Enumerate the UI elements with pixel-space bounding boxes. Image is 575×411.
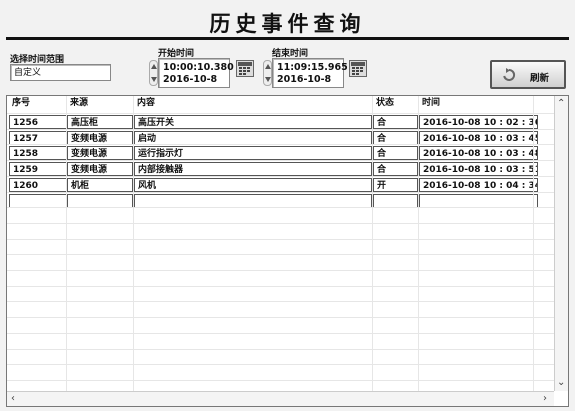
- column-header-id[interactable]: 序号: [9, 96, 64, 110]
- refresh-button[interactable]: 刷新: [490, 60, 566, 89]
- grid-line: [7, 333, 554, 334]
- arrow-down-icon[interactable]: ⌄: [557, 378, 565, 388]
- grid-line: [66, 96, 67, 391]
- cell-time[interactable]: 2016-10-08 10 : 04 : 34: [419, 178, 538, 192]
- spinner-down-icon[interactable]: [151, 77, 157, 82]
- cell-time[interactable]: 2016-10-08 10 : 02 : 36: [419, 115, 538, 129]
- grid-line: [418, 96, 419, 391]
- grid-line: [7, 239, 554, 240]
- cell-content[interactable]: 运行指示灯: [134, 146, 372, 160]
- column-header-source[interactable]: 来源: [67, 96, 131, 110]
- horizontal-scrollbar[interactable]: ‹ ›: [7, 391, 554, 406]
- cell-source[interactable]: 变频电源: [67, 146, 133, 160]
- cell-source[interactable]: 变频电源: [67, 131, 133, 145]
- start-time-spinner[interactable]: [149, 60, 158, 86]
- end-date-value: 2016-10-8: [277, 74, 332, 85]
- start-time-field[interactable]: 10:00:10.380 2016-10-8: [158, 58, 234, 88]
- grid-line: [7, 254, 554, 255]
- grid-line: [7, 160, 554, 161]
- cell-content[interactable]: 高压开关: [134, 115, 372, 129]
- grid-line: [7, 113, 554, 114]
- end-calendar-icon[interactable]: [349, 60, 367, 77]
- end-time-field[interactable]: 11:09:15.965 2016-10-8: [272, 58, 348, 88]
- cell-source[interactable]: 高压柜: [67, 115, 133, 129]
- column-header-content[interactable]: 内容: [134, 96, 370, 110]
- arrow-right-icon[interactable]: ›: [543, 394, 547, 404]
- table-row[interactable]: 1259 变频电源 内部接触器合 2016-10-08 10 : 03 : 51: [7, 162, 554, 177]
- grid-line: [7, 207, 554, 208]
- grid-line: [7, 349, 554, 350]
- table-row[interactable]: 1260 机柜 风机开 2016-10-08 10 : 04 : 34: [7, 178, 554, 193]
- cell-id[interactable]: 1260: [9, 178, 67, 192]
- start-date-value: 2016-10-8: [163, 74, 218, 85]
- arrow-left-icon[interactable]: ‹: [11, 394, 15, 404]
- grid-line: [533, 96, 534, 391]
- grid-line: [7, 270, 554, 271]
- cell-status[interactable]: 合: [373, 131, 418, 145]
- cell-content[interactable]: 内部接触器: [134, 162, 372, 176]
- cell-time[interactable]: 2016-10-08 10 : 03 : 45: [419, 131, 538, 145]
- grid-line: [7, 223, 554, 224]
- time-range-select[interactable]: 自定义: [10, 64, 111, 81]
- grid-line: [7, 380, 554, 381]
- cell-status[interactable]: 合: [373, 115, 418, 129]
- grid-line: [7, 286, 554, 287]
- cell-status[interactable]: 开: [373, 178, 418, 192]
- cell-content[interactable]: 启动: [134, 131, 372, 145]
- spinner-up-icon[interactable]: [151, 64, 157, 69]
- cell-status[interactable]: [373, 194, 418, 208]
- cell-content[interactable]: 风机: [134, 178, 372, 192]
- cell-time[interactable]: 2016-10-08 10 : 03 : 48: [419, 146, 538, 160]
- cell-id[interactable]: 1259: [9, 162, 67, 176]
- cell-status[interactable]: 合: [373, 146, 418, 160]
- grid-line: [7, 176, 554, 177]
- start-calendar-icon[interactable]: [236, 60, 254, 77]
- arrow-up-icon[interactable]: ⌃: [557, 99, 565, 109]
- end-time-spinner[interactable]: [263, 60, 272, 86]
- column-header-time[interactable]: 时间: [419, 96, 532, 110]
- vertical-scrollbar[interactable]: ⌃ ⌄: [554, 96, 568, 391]
- cell-source[interactable]: 机柜: [67, 178, 133, 192]
- grid-line: [133, 96, 134, 391]
- title-divider: [6, 37, 569, 40]
- spinner-down-icon[interactable]: [265, 77, 271, 82]
- cell-content[interactable]: [134, 194, 372, 208]
- grid-line: [7, 192, 554, 193]
- grid-line: [7, 364, 554, 365]
- cell-id[interactable]: 1256: [9, 115, 67, 129]
- grid-line: [7, 129, 554, 130]
- refresh-label: 刷新: [530, 73, 550, 84]
- event-table[interactable]: 序号 来源 内容 状态 时间 1256 高压柜 高压开关合 2016-10-08 10…: [6, 95, 569, 407]
- table-header-row: 序号 来源 内容 状态 时间: [7, 96, 554, 111]
- refresh-icon: [503, 68, 516, 81]
- grid-line: [7, 144, 554, 145]
- cell-source[interactable]: 变频电源: [67, 162, 133, 176]
- table-body: 序号 来源 内容 状态 时间 1256 高压柜 高压开关合 2016-10-08 10…: [7, 96, 554, 391]
- column-header-status[interactable]: 状态: [373, 96, 416, 110]
- grid-line: [7, 317, 554, 318]
- cell-id[interactable]: [9, 194, 67, 208]
- cell-source[interactable]: [67, 194, 133, 208]
- cell-id[interactable]: 1258: [9, 146, 67, 160]
- cell-time[interactable]: 2016-10-08 10 : 03 : 51: [419, 162, 538, 176]
- cell-time[interactable]: [419, 194, 538, 208]
- spinner-up-icon[interactable]: [265, 64, 271, 69]
- cell-status[interactable]: 合: [373, 162, 418, 176]
- page-title: 历史事件查询: [209, 11, 366, 36]
- table-row[interactable]: 1256 高压柜 高压开关合 2016-10-08 10 : 02 : 36: [7, 115, 554, 130]
- table-row[interactable]: 1258 变频电源 运行指示灯合 2016-10-08 10 : 03 : 48: [7, 146, 554, 161]
- grid-line: [372, 96, 373, 391]
- grid-line: [7, 301, 554, 302]
- cell-id[interactable]: 1257: [9, 131, 67, 145]
- start-time-value: 10:00:10.380: [163, 62, 234, 73]
- end-time-value: 11:09:15.965: [277, 62, 348, 73]
